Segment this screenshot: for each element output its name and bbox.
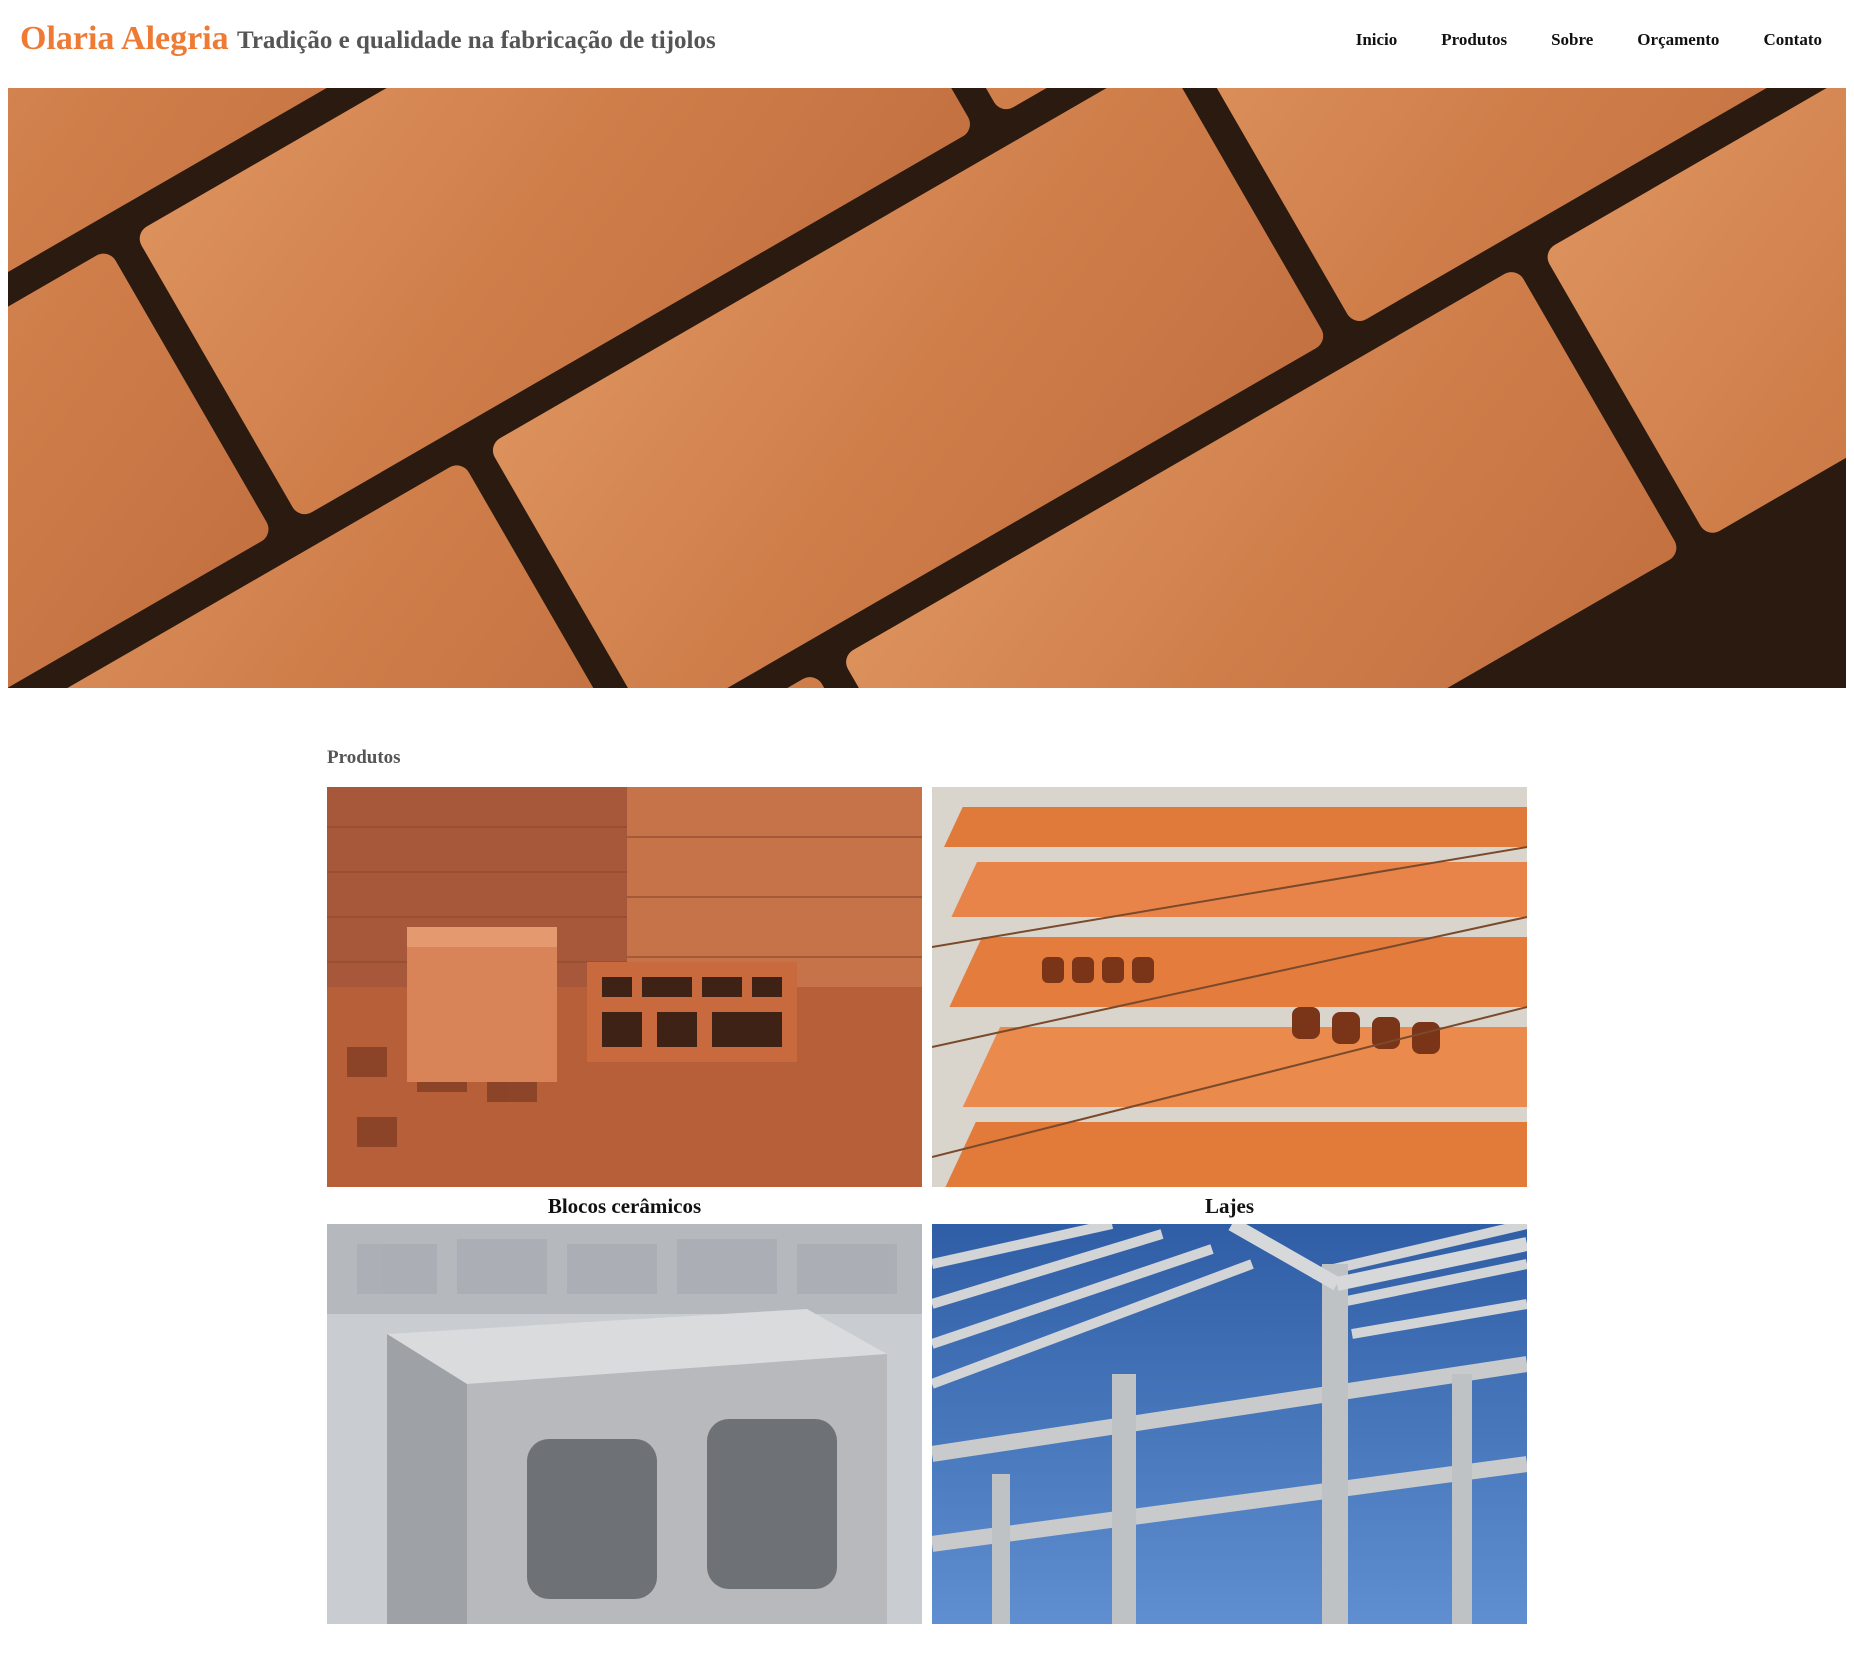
product-image-lajes[interactable] (932, 787, 1527, 1187)
product-image-bloco-concreto[interactable] (327, 1224, 922, 1624)
product-image-blocos-ceramicos[interactable] (327, 787, 922, 1187)
site-header: Olaria Alegria Tradição e qualidade na f… (0, 0, 1854, 88)
brand-logo[interactable]: Olaria Alegria (20, 20, 229, 58)
nav-item-inicio[interactable]: Inicio (1334, 30, 1420, 50)
product-card-estrutura-premoldada[interactable] (932, 1224, 1527, 1657)
product-label: Lajes (1205, 1194, 1254, 1218)
products-heading: Produtos (327, 747, 401, 768)
product-image-estrutura-premoldada[interactable] (932, 1224, 1527, 1624)
main-nav: Inicio Produtos Sobre Orçamento Contato (1334, 30, 1834, 50)
product-label (932, 1629, 1527, 1657)
nav-item-orcamento[interactable]: Orçamento (1615, 30, 1741, 50)
product-label: Blocos cerâmicos (547, 1194, 702, 1218)
nav-item-produtos[interactable]: Produtos (1419, 30, 1529, 50)
product-card-bloco-concreto[interactable] (327, 1224, 922, 1657)
product-card-blocos-ceramicos[interactable]: Blocos cerâmicos (327, 787, 922, 1220)
nav-item-sobre[interactable]: Sobre (1529, 30, 1615, 50)
site-tagline: Tradição e qualidade na fabricação de ti… (237, 27, 716, 54)
hero-banner-image (8, 88, 1846, 688)
product-card-lajes[interactable]: Lajes (932, 787, 1527, 1220)
product-label (327, 1629, 922, 1657)
nav-item-contato[interactable]: Contato (1741, 30, 1834, 50)
